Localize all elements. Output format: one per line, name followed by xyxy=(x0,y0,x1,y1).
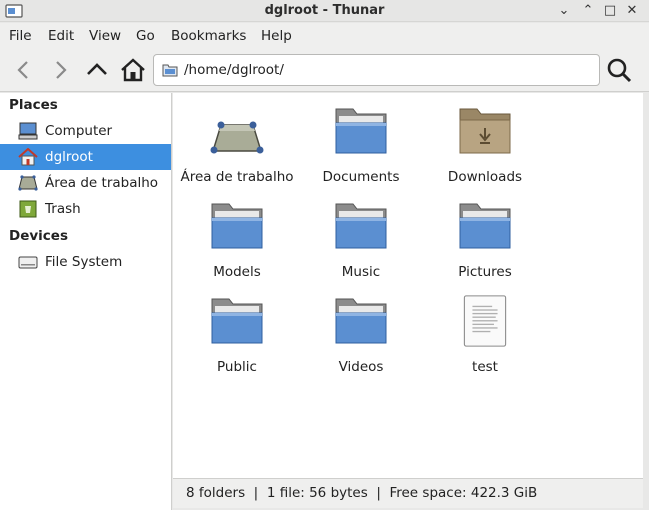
file-item-pictures[interactable]: Pictures xyxy=(423,190,547,282)
menu-edit[interactable]: Edit xyxy=(48,28,74,44)
file-item-label: Documents xyxy=(322,169,400,185)
menu-help[interactable]: Help xyxy=(261,28,292,44)
file-item-models[interactable]: Models xyxy=(175,190,299,282)
window-edge xyxy=(643,93,649,510)
file-item-label: Public xyxy=(217,359,257,375)
home-icon[interactable] xyxy=(119,56,147,84)
folder-icon xyxy=(162,64,178,77)
file-item-test[interactable]: test xyxy=(423,285,547,377)
close-icon[interactable]: ✕ xyxy=(624,3,640,19)
file-item-label: Models xyxy=(213,264,261,280)
places-heading: Places xyxy=(9,97,58,113)
status-bar: 8 folders | 1 file: 56 bytes | Free spac… xyxy=(173,478,643,508)
sidebar-item-label: Computer xyxy=(45,123,113,139)
file-item-label: Área de trabalho xyxy=(180,169,294,185)
file-item-public[interactable]: Public xyxy=(175,285,299,377)
sidebar-item-computer[interactable]: Computer xyxy=(0,118,171,144)
devices-heading: Devices xyxy=(9,228,68,244)
folder-icon xyxy=(459,203,511,249)
sidebar-item-file-system[interactable]: File System xyxy=(0,249,171,275)
title-bar[interactable]: dglroot - Thunar ⌄ ⌃ □ ✕ xyxy=(0,0,649,22)
folder-icon xyxy=(335,203,387,249)
sidebar-item-label: Trash xyxy=(45,201,81,217)
minimize-icon[interactable]: ⌃ xyxy=(580,3,596,19)
sidebar-item-dglroot[interactable]: dglroot xyxy=(0,144,171,170)
sidebar-item-label: dglroot xyxy=(45,149,93,165)
file-item-music[interactable]: Music xyxy=(299,190,423,282)
file-item-documents[interactable]: Documents xyxy=(299,95,423,187)
menu-view[interactable]: View xyxy=(89,28,121,44)
trash-icon xyxy=(19,200,37,218)
file-item-desktop[interactable]: Área de trabalho xyxy=(175,95,299,187)
location-bar[interactable]: /home/dglroot/ xyxy=(153,54,600,86)
sidebar-item-desktop[interactable]: Área de trabalho xyxy=(0,170,171,196)
file-item-label: Videos xyxy=(338,359,384,375)
forward-icon[interactable] xyxy=(46,56,74,84)
file-item-label: test xyxy=(472,359,498,375)
menu-bar: File Edit View Go Bookmarks Help xyxy=(0,23,649,48)
folder-icon xyxy=(335,108,387,154)
sidebar: Places Computer dglroot Área de trabalho xyxy=(0,93,172,510)
file-item-label: Downloads xyxy=(447,169,523,185)
drive-icon xyxy=(18,256,38,269)
home-icon xyxy=(18,148,38,166)
maximize-icon[interactable]: □ xyxy=(602,3,618,19)
up-icon[interactable] xyxy=(83,56,111,84)
menu-bookmarks[interactable]: Bookmarks xyxy=(171,28,246,44)
file-item-downloads[interactable]: Downloads xyxy=(423,95,547,187)
menu-go[interactable]: Go xyxy=(136,28,155,44)
sidebar-item-label: Área de trabalho xyxy=(45,175,159,191)
file-item-label: Music xyxy=(341,264,381,280)
computer-icon xyxy=(18,122,38,140)
file-view[interactable]: Área de trabalho Documents Downloads Mod… xyxy=(173,93,643,478)
status-text: 8 folders | 1 file: 56 bytes | Free spac… xyxy=(186,485,538,501)
sidebar-item-trash[interactable]: Trash xyxy=(0,196,171,222)
sidebar-item-label: File System xyxy=(45,254,123,270)
shade-icon[interactable]: ⌄ xyxy=(556,3,572,19)
folder-icon xyxy=(211,203,263,249)
folder-icon xyxy=(335,298,387,344)
folder-icon xyxy=(211,298,263,344)
back-icon[interactable] xyxy=(10,56,38,84)
search-icon[interactable] xyxy=(605,56,633,84)
desktop-icon xyxy=(18,175,38,191)
location-path: /home/dglroot/ xyxy=(184,62,284,78)
window-title: dglroot - Thunar xyxy=(264,3,385,18)
text-file-icon xyxy=(463,295,507,347)
downloads-folder-icon xyxy=(459,108,511,154)
toolbar: /home/dglroot/ xyxy=(0,48,649,92)
file-item-videos[interactable]: Videos xyxy=(299,285,423,377)
desktop-icon xyxy=(210,121,264,154)
menu-file[interactable]: File xyxy=(9,28,32,44)
file-item-label: Pictures xyxy=(458,264,512,280)
